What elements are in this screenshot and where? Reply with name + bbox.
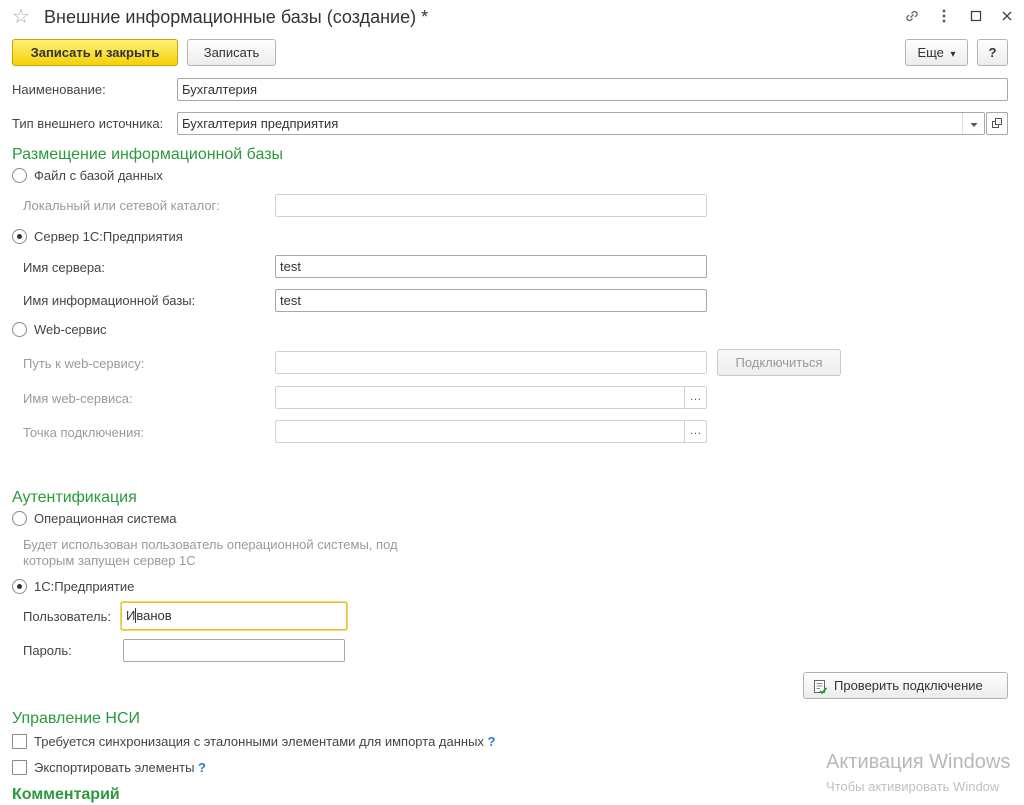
endpoint-input[interactable]: … bbox=[275, 420, 707, 443]
export-label[interactable]: Экспортировать элементы ? bbox=[34, 760, 206, 776]
file-option-label[interactable]: Файл с базой данных bbox=[34, 168, 163, 184]
server-name-input[interactable]: test bbox=[275, 255, 707, 278]
ib-name-input[interactable]: test bbox=[275, 289, 707, 312]
check-connection-button[interactable]: Проверить подключение bbox=[803, 672, 1008, 699]
export-help-icon[interactable]: ? bbox=[198, 760, 206, 775]
check-connection-label: Проверить подключение bbox=[834, 678, 983, 693]
web-radio[interactable] bbox=[12, 322, 27, 337]
save-button[interactable]: Записать bbox=[187, 39, 276, 66]
user-label: Пользователь: bbox=[23, 609, 111, 624]
server-radio[interactable] bbox=[12, 229, 27, 244]
open-window-icon[interactable] bbox=[986, 112, 1008, 135]
placement-section-title: Размещение информационной базы bbox=[12, 146, 284, 163]
sync-label-text: Требуется синхронизация с эталонными эле… bbox=[34, 734, 484, 749]
endpoint-label: Точка подключения: bbox=[23, 425, 145, 440]
file-radio[interactable] bbox=[12, 168, 27, 183]
close-icon[interactable] bbox=[995, 4, 1019, 28]
name-label: Наименование: bbox=[12, 82, 106, 97]
enterprise-auth-label[interactable]: 1С:Предприятие bbox=[34, 579, 134, 595]
web-option-label[interactable]: Web-сервис bbox=[34, 322, 106, 338]
ib-name-label: Имя информационной базы: bbox=[23, 293, 196, 308]
export-checkbox[interactable] bbox=[12, 760, 27, 775]
password-label: Пароль: bbox=[23, 643, 72, 658]
os-auth-radio[interactable] bbox=[12, 511, 27, 526]
link-icon[interactable] bbox=[900, 4, 924, 28]
source-type-label: Тип внешнего источника: bbox=[12, 116, 164, 131]
window-title: Внешние информационные базы (создание) * bbox=[44, 7, 429, 27]
save-and-close-button[interactable]: Записать и закрыть bbox=[12, 39, 178, 66]
chevron-down-icon: ▾ bbox=[950, 49, 956, 60]
sync-help-icon[interactable]: ? bbox=[488, 734, 496, 749]
more-button[interactable]: Еще ▾ bbox=[905, 39, 968, 66]
export-label-text: Экспортировать элементы bbox=[34, 760, 195, 775]
nsi-section-title: Управление НСИ bbox=[12, 710, 140, 727]
more-label: Еще bbox=[917, 45, 944, 60]
sync-checkbox[interactable] bbox=[12, 734, 27, 749]
os-auth-note-line2: которым запущен сервер 1С bbox=[23, 553, 196, 568]
web-name-input[interactable]: … bbox=[275, 386, 707, 409]
activation-watermark-title: Активация Windows bbox=[826, 751, 1011, 773]
auth-section-title: Аутентификация bbox=[12, 489, 137, 506]
activation-watermark-text: Чтобы активировать Window bbox=[826, 779, 1000, 794]
local-dir-input[interactable] bbox=[275, 194, 707, 217]
comment-section-title: Комментарий bbox=[12, 786, 120, 803]
os-auth-label[interactable]: Операционная система bbox=[34, 511, 177, 527]
help-button[interactable]: ? bbox=[977, 39, 1008, 66]
enterprise-auth-radio[interactable] bbox=[12, 579, 27, 594]
favorite-star-icon[interactable]: ☆ bbox=[12, 6, 30, 28]
more-vertical-icon[interactable] bbox=[932, 4, 956, 28]
web-path-input[interactable] bbox=[275, 351, 707, 374]
user-value-start: И bbox=[126, 608, 136, 623]
os-auth-note-line1: Будет использован пользователь операцион… bbox=[23, 537, 398, 552]
chevron-down-icon[interactable] bbox=[962, 113, 984, 134]
web-name-label: Имя web-сервиса: bbox=[23, 391, 133, 406]
user-value-end: ванов bbox=[136, 608, 172, 623]
source-type-value: Бухгалтерия предприятия bbox=[182, 116, 339, 131]
maximize-icon[interactable] bbox=[964, 4, 988, 28]
user-input[interactable]: Иванов bbox=[121, 602, 347, 630]
sync-label[interactable]: Требуется синхронизация с эталонными эле… bbox=[34, 734, 496, 750]
connect-button[interactable]: Подключиться bbox=[717, 349, 841, 376]
ellipsis-icon[interactable]: … bbox=[684, 421, 706, 442]
source-type-select[interactable]: Бухгалтерия предприятия bbox=[177, 112, 985, 135]
check-document-icon bbox=[812, 678, 828, 703]
name-input[interactable]: Бухгалтерия bbox=[177, 78, 1008, 101]
server-name-label: Имя сервера: bbox=[23, 260, 105, 275]
ellipsis-icon[interactable]: … bbox=[684, 387, 706, 408]
local-dir-label: Локальный или сетевой каталог: bbox=[23, 198, 220, 213]
password-input[interactable] bbox=[123, 639, 345, 662]
server-option-label[interactable]: Сервер 1С:Предприятия bbox=[34, 229, 183, 245]
web-path-label: Путь к web-сервису: bbox=[23, 356, 145, 371]
